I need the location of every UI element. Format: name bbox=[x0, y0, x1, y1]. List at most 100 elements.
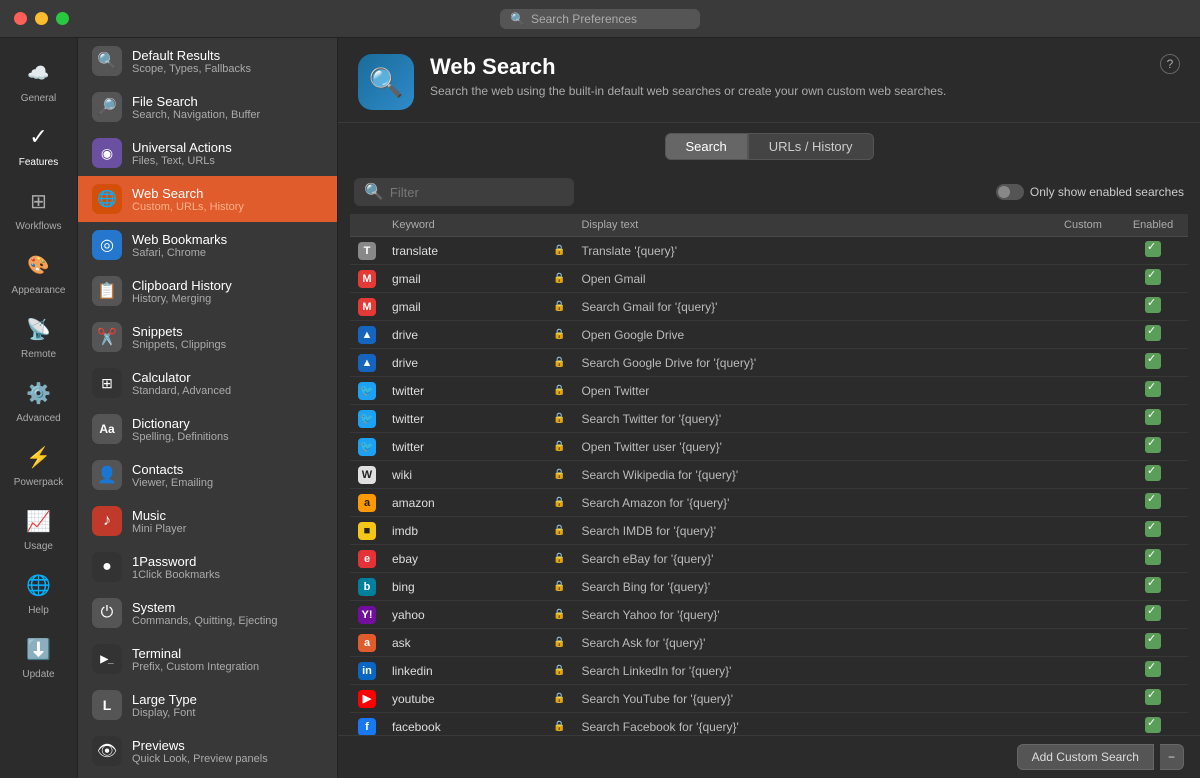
nav-web-bookmarks[interactable]: ◎ Web Bookmarks Safari, Chrome bbox=[78, 222, 337, 268]
row-enabled[interactable] bbox=[1118, 573, 1188, 601]
nav-default-results[interactable]: 🔍 Default Results Scope, Types, Fallback… bbox=[78, 38, 337, 84]
row-lock: 🔒 bbox=[545, 657, 573, 685]
row-custom bbox=[1048, 489, 1118, 517]
table-row[interactable]: b bing 🔒 Search Bing for '{query}' bbox=[350, 573, 1188, 601]
table-row[interactable]: 🐦 twitter 🔒 Open Twitter user '{query}' bbox=[350, 433, 1188, 461]
sidebar-item-remote[interactable]: 📡 Remote bbox=[4, 304, 74, 368]
row-enabled[interactable] bbox=[1118, 489, 1188, 517]
update-icon: ⬇️ bbox=[22, 632, 56, 666]
nav-snippets[interactable]: ✂️ Snippets Snippets, Clippings bbox=[78, 314, 337, 360]
table-row[interactable]: in linkedin 🔒 Search LinkedIn for '{quer… bbox=[350, 657, 1188, 685]
nav-contacts[interactable]: 👤 Contacts Viewer, Emailing bbox=[78, 452, 337, 498]
row-enabled[interactable] bbox=[1118, 545, 1188, 573]
nav-system[interactable]: ⏻ System Commands, Quitting, Ejecting bbox=[78, 590, 337, 636]
enabled-check[interactable] bbox=[1145, 661, 1161, 677]
enabled-check[interactable] bbox=[1145, 633, 1161, 649]
help-button[interactable]: ? bbox=[1160, 54, 1180, 74]
enabled-check[interactable] bbox=[1145, 465, 1161, 481]
sidebar-item-usage[interactable]: 📈 Usage bbox=[4, 496, 74, 560]
web-bookmarks-icon: ◎ bbox=[92, 230, 122, 260]
row-enabled[interactable] bbox=[1118, 265, 1188, 293]
table-row[interactable]: 🐦 twitter 🔒 Open Twitter bbox=[350, 377, 1188, 405]
table-row[interactable]: a amazon 🔒 Search Amazon for '{query}' bbox=[350, 489, 1188, 517]
enabled-check[interactable] bbox=[1145, 409, 1161, 425]
nav-music[interactable]: ♪ Music Mini Player bbox=[78, 498, 337, 544]
sidebar-item-appearance[interactable]: 🎨 Appearance bbox=[4, 240, 74, 304]
close-button[interactable] bbox=[14, 12, 27, 25]
table-row[interactable]: W wiki 🔒 Search Wikipedia for '{query}' bbox=[350, 461, 1188, 489]
minimize-button[interactable] bbox=[35, 12, 48, 25]
enabled-check[interactable] bbox=[1145, 605, 1161, 621]
row-enabled[interactable] bbox=[1118, 349, 1188, 377]
row-custom bbox=[1048, 293, 1118, 321]
row-enabled[interactable] bbox=[1118, 517, 1188, 545]
sidebar-item-general[interactable]: ☁️ General bbox=[4, 48, 74, 112]
row-enabled[interactable] bbox=[1118, 237, 1188, 265]
nav-terminal[interactable]: ▶_ Terminal Prefix, Custom Integration bbox=[78, 636, 337, 682]
tab-search[interactable]: Search bbox=[665, 133, 748, 160]
titlebar-search[interactable]: 🔍 Search Preferences bbox=[500, 9, 700, 29]
nav-sidebar: 🔍 Default Results Scope, Types, Fallback… bbox=[78, 38, 338, 778]
table-row[interactable]: ▲ drive 🔒 Open Google Drive bbox=[350, 321, 1188, 349]
enabled-check[interactable] bbox=[1145, 381, 1161, 397]
table-row[interactable]: ▶ youtube 🔒 Search YouTube for '{query}' bbox=[350, 685, 1188, 713]
row-enabled[interactable] bbox=[1118, 601, 1188, 629]
enabled-check[interactable] bbox=[1145, 549, 1161, 565]
filter-input[interactable] bbox=[390, 185, 564, 200]
nav-universal-actions[interactable]: ◉ Universal Actions Files, Text, URLs bbox=[78, 130, 337, 176]
table-row[interactable]: f facebook 🔒 Search Facebook for '{query… bbox=[350, 713, 1188, 736]
table-row[interactable]: M gmail 🔒 Open Gmail bbox=[350, 265, 1188, 293]
table-row[interactable]: ▲ drive 🔒 Search Google Drive for '{quer… bbox=[350, 349, 1188, 377]
enabled-check[interactable] bbox=[1145, 325, 1161, 341]
tab-urls-history[interactable]: URLs / History bbox=[748, 133, 874, 160]
table-row[interactable]: 🐦 twitter 🔒 Search Twitter for '{query}' bbox=[350, 405, 1188, 433]
row-enabled[interactable] bbox=[1118, 405, 1188, 433]
row-enabled[interactable] bbox=[1118, 293, 1188, 321]
nav-web-search[interactable]: 🌐 Web Search Custom, URLs, History bbox=[78, 176, 337, 222]
enabled-check[interactable] bbox=[1145, 437, 1161, 453]
nav-dictionary[interactable]: Aa Dictionary Spelling, Definitions bbox=[78, 406, 337, 452]
sidebar-item-update[interactable]: ⬇️ Update bbox=[4, 624, 74, 688]
nav-clipboard-history[interactable]: 📋 Clipboard History History, Merging bbox=[78, 268, 337, 314]
sidebar-item-workflows[interactable]: ⊞ Workflows bbox=[4, 176, 74, 240]
nav-large-type[interactable]: L Large Type Display, Font bbox=[78, 682, 337, 728]
row-enabled[interactable] bbox=[1118, 433, 1188, 461]
row-enabled[interactable] bbox=[1118, 713, 1188, 736]
row-enabled[interactable] bbox=[1118, 629, 1188, 657]
enabled-check[interactable] bbox=[1145, 241, 1161, 257]
enabled-check[interactable] bbox=[1145, 577, 1161, 593]
row-enabled[interactable] bbox=[1118, 657, 1188, 685]
enabled-check[interactable] bbox=[1145, 269, 1161, 285]
nav-file-search[interactable]: 🔎 File Search Search, Navigation, Buffer bbox=[78, 84, 337, 130]
nav-1password[interactable]: ● 1Password 1Click Bookmarks bbox=[78, 544, 337, 590]
table-row[interactable]: M gmail 🔒 Search Gmail for '{query}' bbox=[350, 293, 1188, 321]
enabled-check[interactable] bbox=[1145, 717, 1161, 733]
table-row[interactable]: Y! yahoo 🔒 Search Yahoo for '{query}' bbox=[350, 601, 1188, 629]
only-enabled-toggle[interactable] bbox=[996, 184, 1024, 200]
row-enabled[interactable] bbox=[1118, 685, 1188, 713]
advanced-label: Advanced bbox=[16, 413, 60, 424]
row-enabled[interactable] bbox=[1118, 377, 1188, 405]
enabled-check[interactable] bbox=[1145, 689, 1161, 705]
table-row[interactable]: T translate 🔒 Translate '{query}' bbox=[350, 237, 1188, 265]
row-keyword: amazon bbox=[384, 489, 545, 517]
enabled-check[interactable] bbox=[1145, 297, 1161, 313]
sidebar-item-powerpack[interactable]: ⚡ Powerpack bbox=[4, 432, 74, 496]
sidebar-item-features[interactable]: ✓ Features bbox=[4, 112, 74, 176]
table-row[interactable]: e ebay 🔒 Search eBay for '{query}' bbox=[350, 545, 1188, 573]
enabled-check[interactable] bbox=[1145, 521, 1161, 537]
nav-calculator[interactable]: ⊞ Calculator Standard, Advanced bbox=[78, 360, 337, 406]
row-enabled[interactable] bbox=[1118, 461, 1188, 489]
row-enabled[interactable] bbox=[1118, 321, 1188, 349]
sidebar-item-advanced[interactable]: ⚙️ Advanced bbox=[4, 368, 74, 432]
enabled-check[interactable] bbox=[1145, 493, 1161, 509]
1password-sub: 1Click Bookmarks bbox=[132, 569, 220, 581]
table-row[interactable]: ■ imdb 🔒 Search IMDB for '{query}' bbox=[350, 517, 1188, 545]
table-row[interactable]: a ask 🔒 Search Ask for '{query}' bbox=[350, 629, 1188, 657]
add-custom-button[interactable]: Add Custom Search bbox=[1017, 744, 1154, 770]
remove-button[interactable]: − bbox=[1160, 744, 1184, 770]
maximize-button[interactable] bbox=[56, 12, 69, 25]
enabled-check[interactable] bbox=[1145, 353, 1161, 369]
sidebar-item-help[interactable]: 🌐 Help bbox=[4, 560, 74, 624]
nav-previews[interactable]: 👁 Previews Quick Look, Preview panels bbox=[78, 728, 337, 774]
